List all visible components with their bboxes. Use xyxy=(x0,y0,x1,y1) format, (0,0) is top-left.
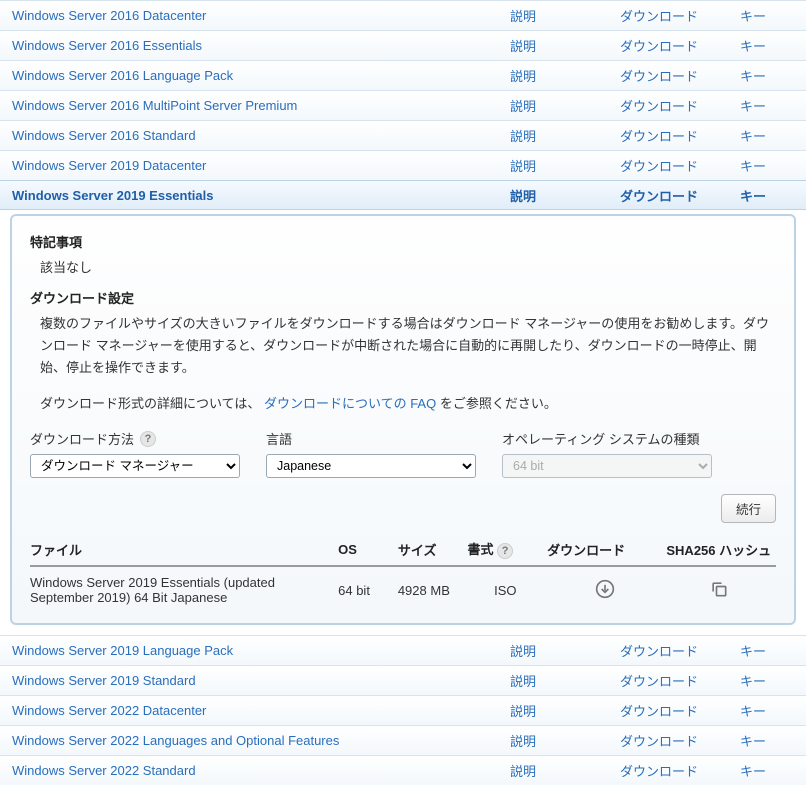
product-name-link[interactable]: Windows Server 2022 Standard xyxy=(12,763,196,778)
th-size: サイズ xyxy=(398,533,468,566)
os-select: 64 bit xyxy=(502,454,712,478)
product-row-selected[interactable]: Windows Server 2019 Essentials 説明 ダウンロード… xyxy=(0,180,806,210)
key-link[interactable]: キー xyxy=(740,9,766,24)
dl-settings-heading: ダウンロード設定 xyxy=(30,288,776,307)
key-link[interactable]: キー xyxy=(740,734,766,749)
product-name-link[interactable]: Windows Server 2016 Essentials xyxy=(12,38,202,53)
help-icon[interactable]: ? xyxy=(140,431,156,447)
faq-prefix: ダウンロード形式の詳細については、 xyxy=(40,396,260,411)
product-row[interactable]: Windows Server 2019 Standard 説明 ダウンロード キー xyxy=(0,665,806,695)
details-panel: 特記事項 該当なし ダウンロード設定 複数のファイルやサイズの大きいファイルをダ… xyxy=(10,214,796,625)
continue-button[interactable]: 続行 xyxy=(721,494,776,523)
desc-link[interactable]: 説明 xyxy=(510,9,536,24)
desc-link[interactable]: 説明 xyxy=(510,764,536,779)
th-os: OS xyxy=(338,533,398,566)
key-link[interactable]: キー xyxy=(740,69,766,84)
product-row[interactable]: Windows Server 2016 Language Pack 説明 ダウンロー… xyxy=(0,60,806,90)
method-select[interactable]: ダウンロード マネージャー xyxy=(30,454,240,478)
file-row: Windows Server 2019 Essentials (updated … xyxy=(30,566,776,607)
desc-link[interactable]: 説明 xyxy=(510,644,536,659)
key-link[interactable]: キー xyxy=(740,99,766,114)
product-name-link[interactable]: Windows Server 2016 Standard xyxy=(12,128,196,143)
product-name-link[interactable]: Windows Server 2016 Datacenter xyxy=(12,8,206,23)
download-icon[interactable] xyxy=(594,578,616,600)
product-row[interactable]: Windows Server 2022 Standard 説明 ダウンロード キー xyxy=(0,755,806,785)
product-name-link[interactable]: Windows Server 2016 Language Pack xyxy=(12,68,233,83)
download-link[interactable]: ダウンロード xyxy=(620,644,698,659)
desc-link[interactable]: 説明 xyxy=(510,69,536,84)
product-name-link[interactable]: Windows Server 2019 Standard xyxy=(12,673,196,688)
th-hash: SHA256 ハッシュ xyxy=(666,533,776,566)
lang-select[interactable]: Japanese xyxy=(266,454,476,478)
file-name: Windows Server 2019 Essentials (updated … xyxy=(30,566,338,607)
help-icon[interactable]: ? xyxy=(497,543,513,559)
key-link[interactable]: キー xyxy=(740,39,766,54)
desc-link[interactable]: 説明 xyxy=(510,129,536,144)
desc-link[interactable]: 説明 xyxy=(510,99,536,114)
product-name-link[interactable]: Windows Server 2019 Language Pack xyxy=(12,643,233,658)
th-format: 書式 ? xyxy=(468,533,548,566)
files-table: ファイル OS サイズ 書式 ? ダウンロード SHA256 ハッシュ Wind… xyxy=(30,533,776,607)
copy-icon[interactable] xyxy=(708,578,730,600)
product-name-link[interactable]: Windows Server 2022 Datacenter xyxy=(12,703,206,718)
key-link[interactable]: キー xyxy=(740,704,766,719)
download-link[interactable]: ダウンロード xyxy=(620,69,698,84)
faq-suffix: をご参照ください。 xyxy=(440,396,557,411)
product-row[interactable]: Windows Server 2019 Language Pack 説明 ダウンロー… xyxy=(0,635,806,665)
key-link[interactable]: キー xyxy=(740,644,766,659)
download-link[interactable]: ダウンロード xyxy=(620,189,698,204)
download-link[interactable]: ダウンロード xyxy=(620,734,698,749)
th-download: ダウンロード xyxy=(547,533,666,566)
product-name-link[interactable]: Windows Server 2016 MultiPoint Server Pr… xyxy=(12,98,297,113)
lang-label: 言語 xyxy=(266,429,292,448)
desc-link[interactable]: 説明 xyxy=(510,734,536,749)
file-size: 4928 MB xyxy=(398,566,468,607)
faq-link[interactable]: ダウンロードについての FAQ xyxy=(264,396,436,411)
product-row[interactable]: Windows Server 2016 Datacenter 説明 ダウンロード キー xyxy=(0,0,806,30)
file-format: ISO xyxy=(468,566,548,607)
product-name-link[interactable]: Windows Server 2019 Essentials xyxy=(12,188,213,203)
product-name-link[interactable]: Windows Server 2019 Datacenter xyxy=(12,158,206,173)
dl-settings-body: 複数のファイルやサイズの大きいファイルをダウンロードする場合はダウンロード マネ… xyxy=(40,313,776,379)
desc-link[interactable]: 説明 xyxy=(510,189,536,204)
os-label: オペレーティング システムの種類 xyxy=(502,429,699,448)
desc-link[interactable]: 説明 xyxy=(510,674,536,689)
notes-heading: 特記事項 xyxy=(30,232,776,251)
product-row[interactable]: Windows Server 2016 MultiPoint Server Pr… xyxy=(0,90,806,120)
product-row[interactable]: Windows Server 2019 Datacenter 説明 ダウンロード キー xyxy=(0,150,806,180)
desc-link[interactable]: 説明 xyxy=(510,39,536,54)
notes-body: 該当なし xyxy=(40,257,776,276)
download-link[interactable]: ダウンロード xyxy=(620,764,698,779)
product-name-link[interactable]: Windows Server 2022 Languages and Option… xyxy=(12,733,339,748)
product-row[interactable]: Windows Server 2016 Essentials 説明 ダウンロード キー xyxy=(0,30,806,60)
download-link[interactable]: ダウンロード xyxy=(620,159,698,174)
key-link[interactable]: キー xyxy=(740,159,766,174)
download-link[interactable]: ダウンロード xyxy=(620,129,698,144)
file-os: 64 bit xyxy=(338,566,398,607)
faq-line: ダウンロード形式の詳細については、 ダウンロードについての FAQ をご参照くだ… xyxy=(40,393,776,415)
key-link[interactable]: キー xyxy=(740,764,766,779)
download-link[interactable]: ダウンロード xyxy=(620,99,698,114)
download-link[interactable]: ダウンロード xyxy=(620,9,698,24)
key-link[interactable]: キー xyxy=(740,129,766,144)
product-row[interactable]: Windows Server 2022 Datacenter 説明 ダウンロード キー xyxy=(0,695,806,725)
desc-link[interactable]: 説明 xyxy=(510,159,536,174)
key-link[interactable]: キー xyxy=(740,674,766,689)
desc-link[interactable]: 説明 xyxy=(510,704,536,719)
method-label: ダウンロード方法 xyxy=(30,429,134,448)
download-link[interactable]: ダウンロード xyxy=(620,39,698,54)
key-link[interactable]: キー xyxy=(740,189,766,204)
download-link[interactable]: ダウンロード xyxy=(620,704,698,719)
download-link[interactable]: ダウンロード xyxy=(620,674,698,689)
th-file: ファイル xyxy=(30,533,338,566)
product-row[interactable]: Windows Server 2022 Languages and Option… xyxy=(0,725,806,755)
product-row[interactable]: Windows Server 2016 Standard 説明 ダウンロード キー xyxy=(0,120,806,150)
